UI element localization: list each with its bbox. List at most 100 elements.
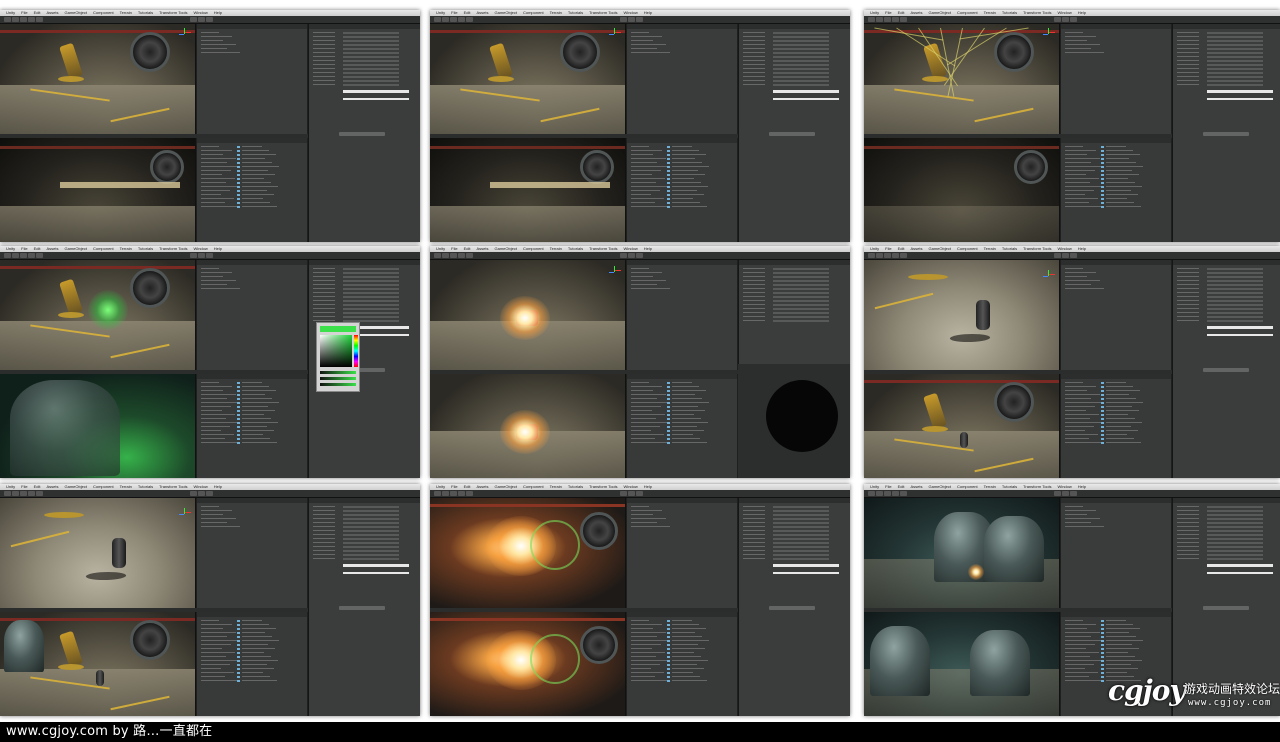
list-row[interactable]	[672, 438, 700, 439]
list-row[interactable]	[1106, 390, 1140, 391]
play-button[interactable]	[190, 17, 197, 22]
panel-tab[interactable]	[197, 24, 307, 29]
play-button[interactable]	[206, 253, 213, 258]
tool-button[interactable]	[12, 17, 19, 22]
property-field[interactable]	[1207, 268, 1263, 270]
list-row[interactable]	[631, 178, 665, 179]
list-row[interactable]	[201, 158, 236, 159]
property-field[interactable]	[773, 32, 829, 34]
property-field[interactable]	[1207, 296, 1263, 298]
list-row[interactable]	[631, 194, 651, 195]
list-row[interactable]	[1106, 394, 1129, 395]
tool-button[interactable]	[884, 17, 891, 22]
inspector-tab[interactable]	[1173, 24, 1280, 29]
transform-gizmo-icon[interactable]	[609, 266, 621, 276]
list-row[interactable]	[242, 620, 262, 621]
game-view[interactable]	[430, 374, 626, 478]
property-field[interactable]	[773, 304, 829, 306]
property-field[interactable]	[773, 72, 829, 74]
tool-button[interactable]	[466, 491, 473, 496]
list-row[interactable]	[1065, 402, 1104, 403]
list-row[interactable]	[1065, 676, 1089, 677]
list-row[interactable]	[201, 644, 231, 645]
property-field[interactable]	[773, 44, 829, 46]
list-row[interactable]	[631, 382, 649, 383]
list-row[interactable]	[631, 430, 651, 431]
list-row[interactable]	[201, 174, 222, 175]
list-row[interactable]	[201, 652, 235, 653]
property-field[interactable]	[773, 300, 829, 302]
list-row[interactable]	[631, 398, 657, 399]
list-row[interactable]	[631, 644, 661, 645]
panel-tab[interactable]	[197, 260, 307, 265]
game-view[interactable]	[0, 138, 196, 242]
property-field[interactable]	[1207, 304, 1263, 306]
list-row[interactable]	[201, 288, 240, 289]
color-field[interactable]	[1207, 564, 1273, 567]
panel-tab[interactable]	[1061, 498, 1171, 503]
list-row[interactable]	[201, 676, 225, 677]
list-row[interactable]	[631, 422, 669, 423]
tool-button[interactable]	[868, 17, 875, 22]
list-row[interactable]	[242, 636, 272, 637]
property-field[interactable]	[773, 48, 829, 50]
panel-tab[interactable]	[1061, 24, 1171, 29]
tool-button[interactable]	[4, 253, 11, 258]
list-row[interactable]	[631, 182, 656, 183]
property-field[interactable]	[1207, 316, 1263, 318]
property-field[interactable]	[773, 68, 829, 70]
color-field[interactable]	[1207, 90, 1273, 93]
tool-button[interactable]	[434, 491, 441, 496]
list-row[interactable]	[201, 526, 240, 527]
list-row[interactable]	[201, 206, 238, 207]
list-row[interactable]	[672, 190, 697, 191]
list-row[interactable]	[201, 632, 236, 633]
property-field[interactable]	[343, 558, 399, 560]
list-row[interactable]	[201, 166, 240, 167]
inspector-tab[interactable]	[739, 24, 850, 29]
tool-button[interactable]	[900, 253, 907, 258]
property-field[interactable]	[343, 272, 399, 274]
property-field[interactable]	[773, 36, 829, 38]
property-field[interactable]	[773, 506, 829, 508]
property-field[interactable]	[773, 312, 829, 314]
list-row[interactable]	[242, 170, 268, 171]
list-row[interactable]	[242, 162, 272, 163]
tool-button[interactable]	[876, 491, 883, 496]
list-row[interactable]	[242, 402, 279, 403]
list-row[interactable]	[1065, 146, 1083, 147]
list-row[interactable]	[1065, 206, 1102, 207]
list-row[interactable]	[201, 186, 239, 187]
play-button[interactable]	[198, 253, 205, 258]
property-field[interactable]	[343, 510, 399, 512]
transform-gizmo-icon[interactable]	[609, 28, 621, 38]
scene-view[interactable]	[0, 24, 196, 134]
property-field[interactable]	[343, 68, 399, 70]
property-field[interactable]	[1207, 32, 1263, 34]
cylinder-object[interactable]	[112, 538, 126, 568]
list-row[interactable]	[672, 648, 705, 649]
list-row[interactable]	[1106, 186, 1142, 187]
tool-button[interactable]	[458, 253, 465, 258]
play-button[interactable]	[1070, 17, 1077, 22]
color-field[interactable]	[343, 564, 409, 567]
property-field[interactable]	[773, 288, 829, 290]
list-row[interactable]	[672, 664, 697, 665]
list-row[interactable]	[631, 442, 668, 443]
game-view[interactable]	[0, 374, 196, 478]
list-row[interactable]	[631, 280, 666, 281]
tool-button[interactable]	[28, 491, 35, 496]
list-row[interactable]	[1065, 672, 1098, 673]
list-row[interactable]	[242, 390, 276, 391]
game-view[interactable]	[430, 138, 626, 242]
list-row[interactable]	[672, 414, 694, 415]
panel-tab[interactable]	[627, 374, 737, 379]
property-field[interactable]	[343, 534, 399, 536]
add-component-button[interactable]	[769, 606, 815, 610]
property-field[interactable]	[343, 36, 399, 38]
property-field[interactable]	[343, 64, 399, 66]
list-row[interactable]	[201, 146, 219, 147]
tool-button[interactable]	[466, 253, 473, 258]
list-row[interactable]	[672, 406, 698, 407]
property-field[interactable]	[773, 292, 829, 294]
